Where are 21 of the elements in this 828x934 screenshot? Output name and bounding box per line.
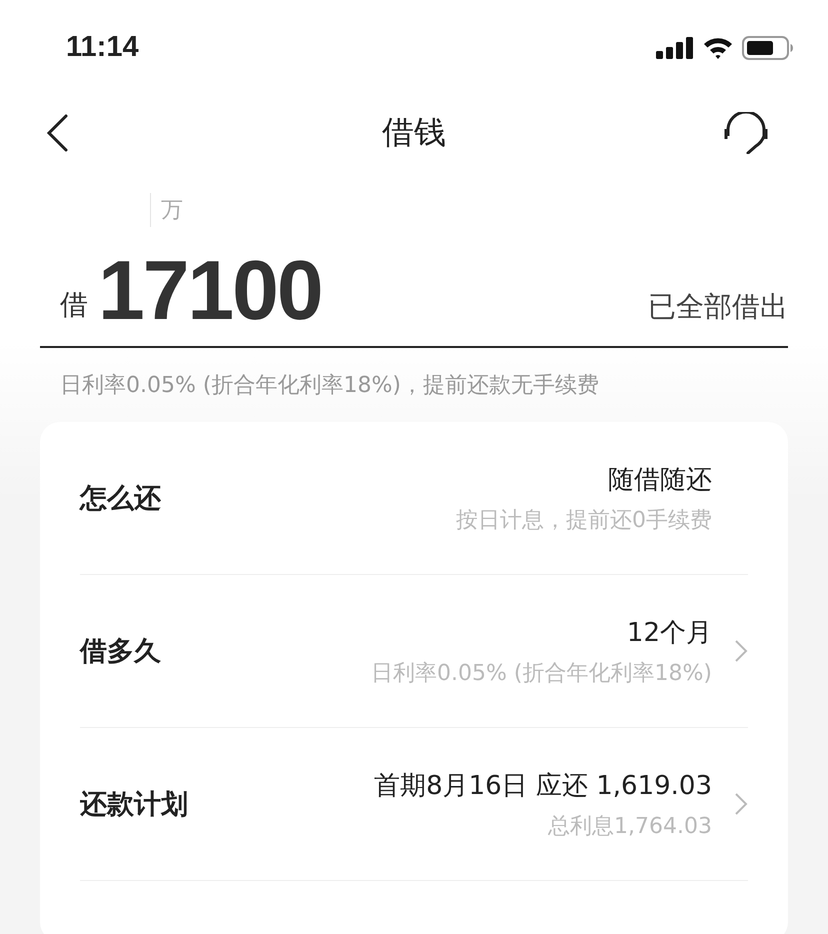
unit-hint: 万 [161,197,183,225]
row-label: 还款计划 [80,788,188,822]
amount-prefix: 借 [60,287,88,323]
row-detail: 日利率0.05% (折合年化利率18%) [371,660,712,688]
amount-value[interactable]: 17100 [98,248,322,332]
row-value: 首期8月16日 应还 1,619.03 [374,770,712,802]
row-detail: 总利息1,764.03 [548,812,712,840]
status-time: 11:14 [66,31,139,64]
back-icon[interactable] [46,114,68,152]
row-label: 怎么还 [80,482,161,516]
borrow-all-link[interactable]: 已全部借出 [648,288,788,326]
wifi-icon [702,36,734,60]
headset-icon[interactable] [724,112,768,154]
rate-note: 日利率0.05% (折合年化利率18%)，提前还款无手续费 [59,372,600,400]
row-value: 随借随还 [608,464,712,496]
signal-icon [656,36,694,58]
row-label: 借多久 [80,635,161,669]
battery-icon [742,36,794,60]
row-value: 12个月 [626,616,712,650]
row-detail: 按日计息，提前还0手续费 [456,506,712,534]
page-title: 借钱 [381,112,447,152]
